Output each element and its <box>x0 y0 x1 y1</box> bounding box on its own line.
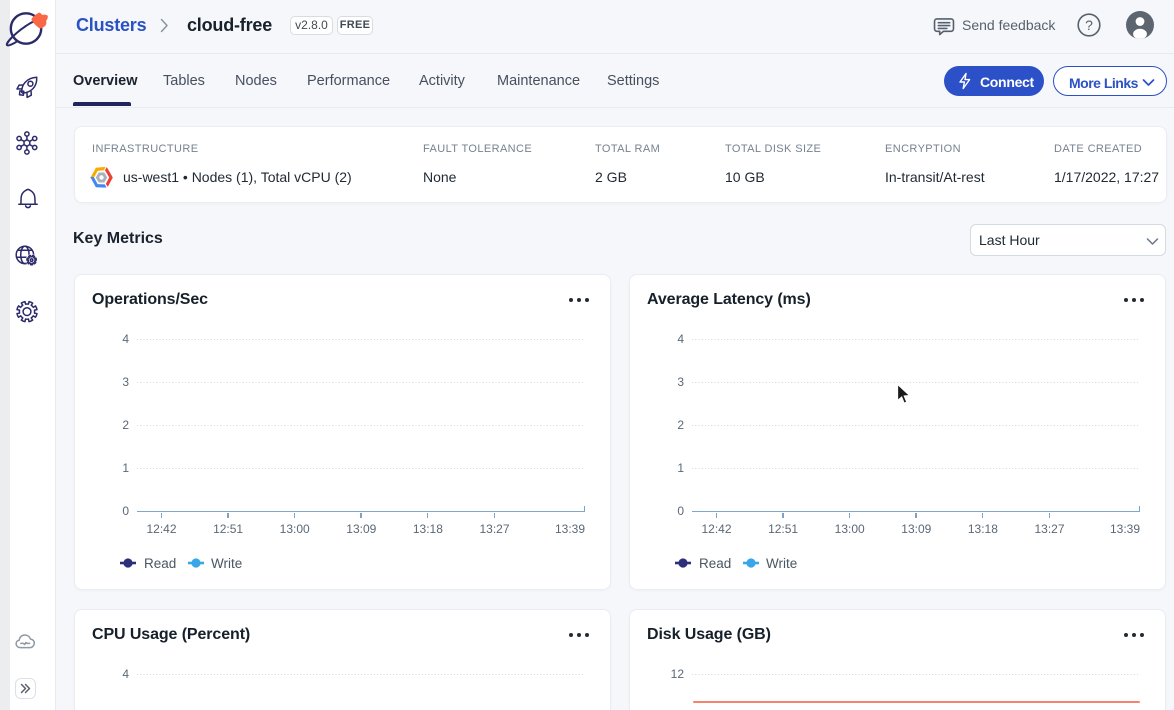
svg-text:?: ? <box>1085 17 1093 33</box>
